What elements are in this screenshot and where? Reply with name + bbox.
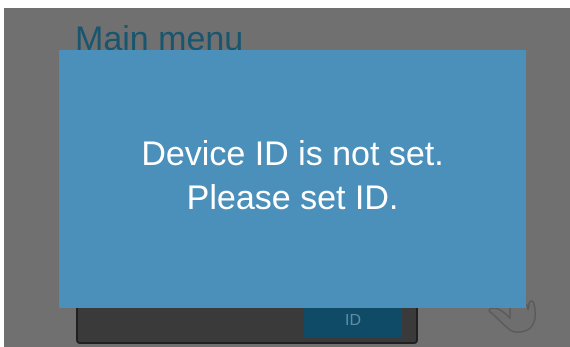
- device-id-alert-modal[interactable]: Device ID is not set. Please set ID.: [59, 50, 526, 308]
- device-screen: Main menu ID Device ID is not set. Pleas…: [4, 8, 570, 347]
- id-button[interactable]: ID: [304, 304, 402, 338]
- alert-line-1: Device ID is not set.: [141, 135, 444, 173]
- alert-line-2: Please set ID.: [186, 179, 399, 217]
- alert-message: Device ID is not set. Please set ID.: [141, 132, 443, 220]
